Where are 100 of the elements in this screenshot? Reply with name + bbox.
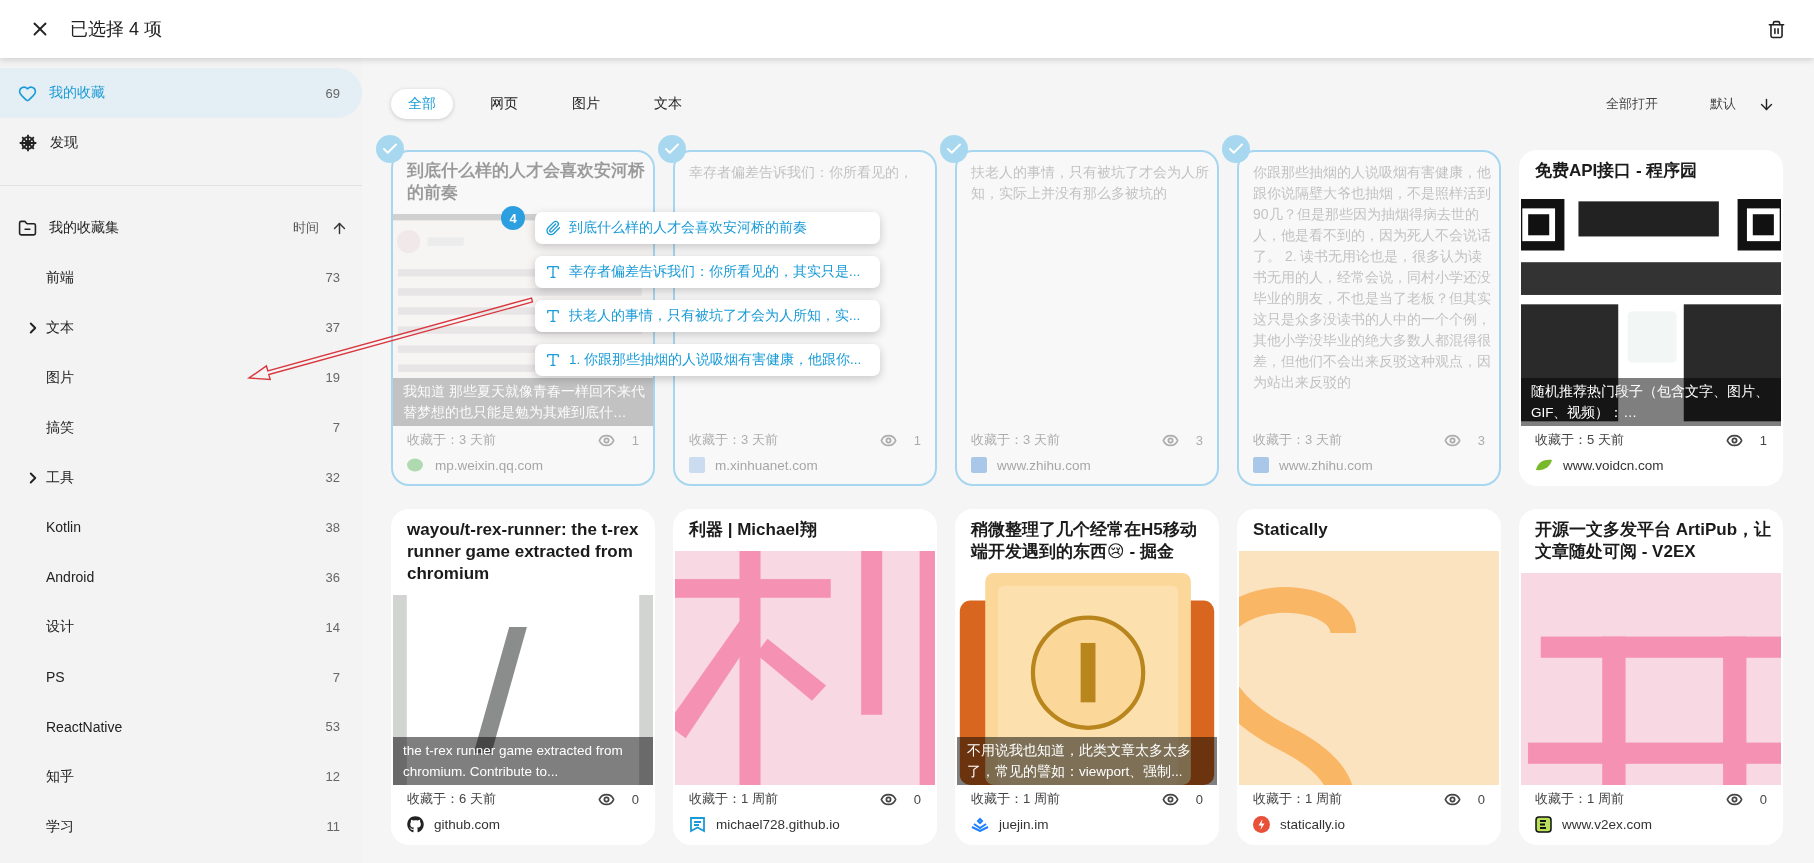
drag-item: 幸存者偏差告诉我们：你所看见的，其实只是... xyxy=(535,256,880,288)
picture-caption: the t-rex runner game extracted from chromium. Contribute to... xyxy=(393,737,653,785)
check-circle-icon[interactable] xyxy=(376,135,404,163)
collection-item[interactable]: 工具 32 xyxy=(0,452,362,503)
item-count: 7 xyxy=(332,420,340,436)
item-count: 37 xyxy=(325,320,340,336)
collection-item[interactable]: Android 36 xyxy=(0,552,362,603)
collection-item[interactable]: 学习 11 xyxy=(0,801,362,852)
card-title: 稍微整理了几个经常在H5移动端开发遇到的东西😢 - 掘金 xyxy=(969,519,1198,563)
github-icon xyxy=(407,815,424,833)
saved-time: 收藏于：3 天前 xyxy=(971,431,1061,449)
check-circle-icon[interactable] xyxy=(940,135,968,163)
count-badge: 4 xyxy=(501,206,525,230)
drag-item: 到底什么样的人才会喜欢安河桥的前奏 xyxy=(535,212,880,244)
site-domain: juejin.im xyxy=(999,816,1049,832)
picture-caption: 不用说我也知道，此类文章太多太多了，常见的譬如：viewport、强制... xyxy=(957,737,1217,785)
view-count: 0 xyxy=(1477,791,1485,807)
trash-icon[interactable] xyxy=(1766,19,1786,39)
bookmark-card[interactable]: Statically 收藏于：1 周前 0 statically.io xyxy=(1237,509,1501,845)
paperclip-icon xyxy=(545,220,561,236)
box-icon xyxy=(1535,815,1552,833)
collection-label: 前端 xyxy=(46,268,75,287)
drag-item: 1. 你跟那些抽烟的人说吸烟有害健康，他跟你... xyxy=(535,344,880,376)
heart-icon xyxy=(18,83,37,103)
collection-label: Android xyxy=(46,569,96,586)
bookmark-card[interactable]: 稍微整理了几个经常在H5移动端开发遇到的东西😢 - 掘金 不用说我也知道，此类文章太多太多了，常见的譬如：viewport、强制... 收藏于：1 周前 0 juejin.im xyxy=(955,509,1219,845)
chat-bubble-icon xyxy=(407,457,425,473)
card-title: wayou/t-rex-runner: the t-rex runner game extracted from chromium xyxy=(406,519,640,585)
collection-item[interactable]: Kotlin 38 xyxy=(0,502,362,553)
card-title: 开源一文多发平台 ArtiPub，让文章随处可阅 - V2EX xyxy=(1534,519,1773,563)
view-count: 3 xyxy=(1477,432,1485,448)
check-circle-icon[interactable] xyxy=(1222,135,1250,163)
site-domain: m.xinhuanet.com xyxy=(715,457,818,473)
item-count: 36 xyxy=(325,569,340,585)
bookmark-icon xyxy=(689,815,706,833)
collection-label: 知乎 xyxy=(46,767,75,786)
item-count: 11 xyxy=(326,819,340,835)
saved-time: 收藏于：1 周前 xyxy=(1535,790,1625,808)
saved-time: 收藏于：3 天前 xyxy=(689,431,779,449)
view-count: 1 xyxy=(913,432,921,448)
site-domain: github.com xyxy=(434,816,501,832)
text-icon xyxy=(545,308,561,324)
site-domain: www.zhihu.com xyxy=(1279,457,1373,473)
collection-item[interactable]: 设计 14 xyxy=(0,602,362,653)
square-icon xyxy=(971,457,987,473)
bookmark-card[interactable]: 开源一文多发平台 ArtiPub，让文章随处可阅 - V2EX 收藏于：1 周前 0 www.v2ex.com xyxy=(1519,509,1783,845)
group-title: 我的收藏集 xyxy=(49,219,120,237)
site-domain: michael728.github.io xyxy=(716,816,840,832)
collection-item[interactable]: 图片 19 xyxy=(0,352,362,403)
square-icon xyxy=(1253,457,1269,473)
lightning-icon xyxy=(1253,815,1270,833)
bookmark-card[interactable]: wayou/t-rex-runner: the t-rex runner game extracted from chromium the t-rex runner game extracted from chromium. Contribute to... 收藏于：6 天前 0 github.com xyxy=(391,509,655,845)
item-count: 69 xyxy=(325,85,340,101)
collection-item[interactable]: 文本 37 xyxy=(0,302,362,353)
item-count: 19 xyxy=(325,370,340,386)
filter-tab[interactable]: 图片 xyxy=(555,89,617,119)
item-count: 38 xyxy=(325,519,340,535)
wheel-icon xyxy=(18,133,38,153)
collection-label: ReactNative xyxy=(46,718,124,735)
collection-item[interactable]: PS 7 xyxy=(0,652,362,702)
collection-label: 图片 xyxy=(46,368,75,387)
text-icon xyxy=(545,352,561,368)
site-domain: statically.io xyxy=(1280,816,1346,832)
view-count: 0 xyxy=(1195,791,1203,807)
collection-label: Kotlin xyxy=(46,519,83,536)
collection-label: 工具 xyxy=(46,468,75,487)
collection-item[interactable]: 搞笑 7 xyxy=(0,402,362,453)
collection-item[interactable]: 知乎 12 xyxy=(0,751,362,802)
item-count: 73 xyxy=(325,270,340,286)
bookmark-card[interactable]: 利器 | Michael翔 收藏于：1 周前 0 michael728.github.io xyxy=(673,509,937,845)
sort-label[interactable]: 时间 xyxy=(293,219,319,237)
card-title: 到底什么样的人才会喜欢安河桥的前奏 xyxy=(406,160,646,204)
collection-item[interactable]: ReactNative 53 xyxy=(0,702,362,752)
saved-time: 收藏于：1 周前 xyxy=(689,790,779,808)
nav-item[interactable]: 发现 xyxy=(0,118,362,168)
nav-label: 发现 xyxy=(50,134,79,152)
open-all-button[interactable]: 全部打开 xyxy=(1598,91,1666,117)
nav-item[interactable]: 我的收藏 69 xyxy=(0,68,362,118)
filter-tab[interactable]: 网页 xyxy=(473,89,535,119)
collection-label: PS xyxy=(46,669,66,686)
site-domain: www.v2ex.com xyxy=(1562,816,1653,832)
check-circle-icon[interactable] xyxy=(658,135,686,163)
view-count: 0 xyxy=(631,791,639,807)
collection-label: 搞笑 xyxy=(46,418,75,437)
view-count: 1 xyxy=(631,432,639,448)
item-count: 14 xyxy=(325,619,340,635)
item-count: 7 xyxy=(332,669,340,685)
chevrons-icon xyxy=(971,816,989,832)
item-count: 53 xyxy=(325,719,340,735)
item-count: 32 xyxy=(325,470,340,485)
saved-time: 收藏于：5 天前 xyxy=(1535,431,1625,449)
view-count: 0 xyxy=(1759,791,1767,807)
view-count: 1 xyxy=(1759,432,1767,448)
filter-tab[interactable]: 文本 xyxy=(637,89,699,119)
leaf-icon xyxy=(1535,458,1553,472)
selection-title: 已选择 4 项 xyxy=(70,18,163,41)
sort-button[interactable]: 默认 xyxy=(1702,91,1783,117)
collection-item[interactable]: 前端 73 xyxy=(0,253,362,303)
saved-time: 收藏于：6 天前 xyxy=(407,790,497,808)
view-count: 3 xyxy=(1195,432,1203,448)
